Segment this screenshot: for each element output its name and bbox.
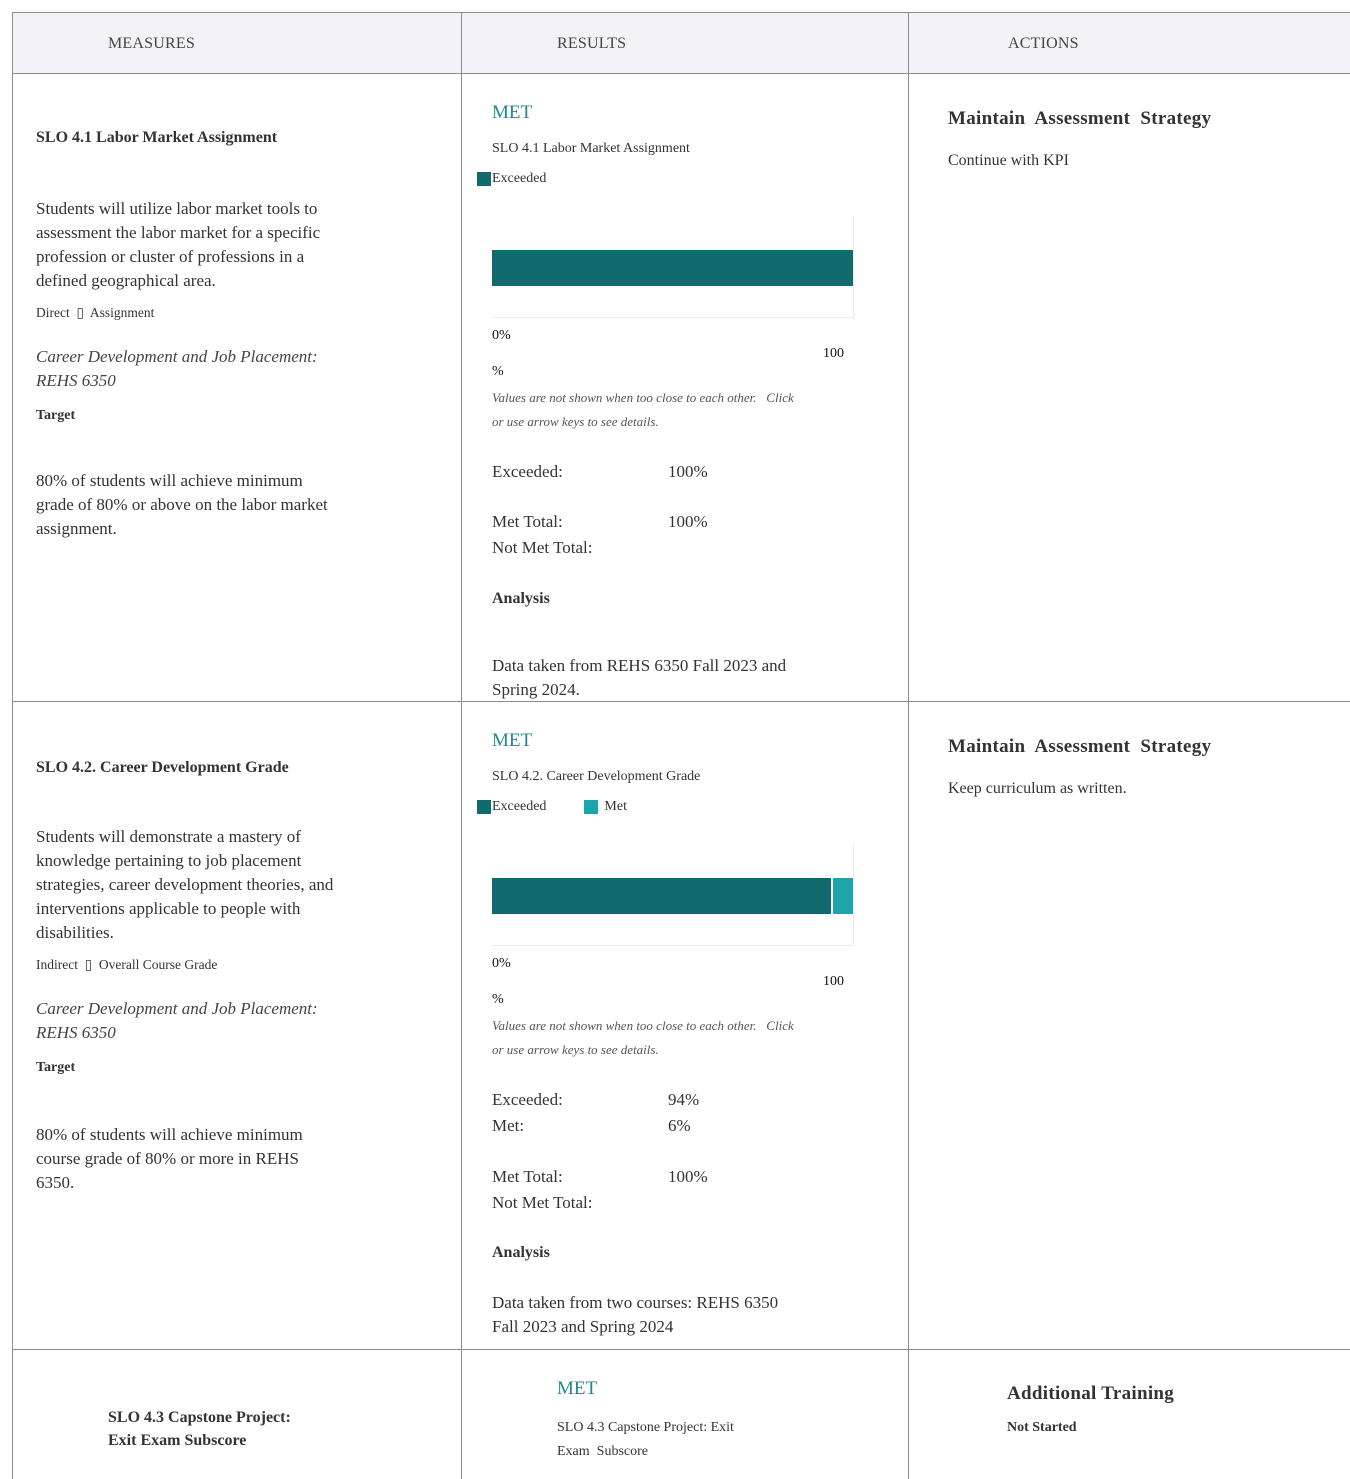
legend-swatch-exceeded <box>477 172 491 186</box>
slo-description: Students will utilize labor market tools… <box>36 199 321 290</box>
target-label: Target <box>36 1060 76 1075</box>
status-met: MET <box>492 102 533 123</box>
header-measures: MEASURES <box>108 35 195 52</box>
table-border-left <box>12 12 13 1479</box>
tick-label-100: 100 % <box>492 974 844 1008</box>
assessment-method: Indirect ▯ Overall Course Grade <box>36 957 218 972</box>
action-title: Additional Training <box>1007 1383 1175 1404</box>
legend-swatch-met <box>584 800 599 814</box>
stat-value-met: 6% <box>668 1116 691 1135</box>
bar-exceeded[interactable] <box>492 878 832 914</box>
table-header <box>13 13 1350 74</box>
chart-title: SLO 4.2. Career Development Grade <box>492 769 701 784</box>
chart-note: Values are not shown when too close to e… <box>492 1018 794 1057</box>
legend-swatch-exceeded <box>477 800 491 814</box>
tick-label-0: 0% <box>492 956 511 971</box>
legend-label-met: Met <box>604 799 627 814</box>
assessment-method: Direct ▯ Assignment <box>36 305 155 320</box>
chart-legend: Exceeded Met <box>477 799 627 815</box>
met-total-value: 100% <box>668 512 708 531</box>
status-met: MET <box>557 1378 598 1399</box>
stat-value-exceeded: 100% <box>668 462 708 481</box>
tick-label-100-unit: % <box>492 364 504 379</box>
stat-label-exceeded: Exceeded: <box>492 462 563 481</box>
chart-note: Values are not shown when too close to e… <box>492 390 794 429</box>
tick-label-100-number: 100 <box>823 974 844 989</box>
not-met-total-label: Not Met Total: <box>492 1193 593 1212</box>
analysis-label: Analysis <box>492 590 550 607</box>
action-text: Continue with KPI <box>948 152 1069 169</box>
action-title: Maintain Assessment Strategy <box>948 736 1212 757</box>
analysis-label: Analysis <box>492 1244 550 1261</box>
tick-label-100-unit: % <box>492 992 504 1007</box>
analysis-text: Data taken from two courses: REHS 6350 Fa… <box>492 1293 779 1336</box>
action-title: Maintain Assessment Strategy <box>948 108 1212 129</box>
stat-label-exceeded: Exceeded: <box>492 1090 563 1109</box>
legend-label-exceeded: Exceeded <box>492 171 547 186</box>
stat-label-met: Met: <box>492 1116 525 1135</box>
header-actions: ACTIONS <box>1008 35 1079 52</box>
legend-label-exceeded: Exceeded <box>492 799 547 814</box>
not-met-total-label: Not Met Total: <box>492 538 593 557</box>
slo-title: SLO 4.2. Career Development Grade <box>36 759 289 776</box>
header-divider <box>12 73 1350 74</box>
chart-title: SLO 4.1 Labor Market Assignment <box>492 141 690 156</box>
target-label: Target <box>36 408 76 423</box>
target-text: 80% of students will achieve minimum grad… <box>36 471 328 538</box>
met-total-label: Met Total: <box>492 1167 563 1186</box>
slo-title: SLO 4.1 Labor Market Assignment <box>36 129 278 146</box>
header-results: RESULTS <box>557 35 627 52</box>
chart-plot-area[interactable] <box>492 216 854 318</box>
stat-value-exceeded: 94% <box>668 1090 700 1109</box>
tick-label-0: 0% <box>492 328 511 343</box>
tick-label-100-number: 100 <box>823 346 844 361</box>
chart-title: SLO 4.3 Capstone Project: Exit Exam Subsc… <box>557 1420 734 1459</box>
action-text: Keep curriculum as written. <box>948 780 1127 797</box>
slo-title: SLO 4.3 Capstone Project: Exit Exam Subsc… <box>108 1409 291 1449</box>
analysis-text: Data taken from REHS 6350 Fall 2023 and S… <box>492 656 787 699</box>
met-total-value: 100% <box>668 1167 708 1186</box>
row-divider-2 <box>12 1349 1350 1350</box>
table-border-top <box>12 12 1350 13</box>
status-met: MET <box>492 730 533 751</box>
column-divider-2 <box>908 12 909 1479</box>
target-text: 80% of students will achieve minimum cour… <box>36 1125 303 1192</box>
bar-exceeded[interactable] <box>492 250 853 286</box>
tick-label-100: 100 % <box>492 346 844 380</box>
column-divider-1 <box>461 12 462 1479</box>
bar-met[interactable] <box>831 878 853 914</box>
met-total-label: Met Total: <box>492 512 563 531</box>
course-name: Career Development and Job Placement: REH… <box>36 999 318 1042</box>
chart-legend: Exceeded <box>477 171 546 187</box>
slo-description: Students will demonstrate a mastery of kn… <box>36 827 334 942</box>
chart-plot-area[interactable] <box>492 844 854 946</box>
course-name: Career Development and Job Placement: REH… <box>36 347 318 390</box>
action-status: Not Started <box>1007 1420 1077 1435</box>
